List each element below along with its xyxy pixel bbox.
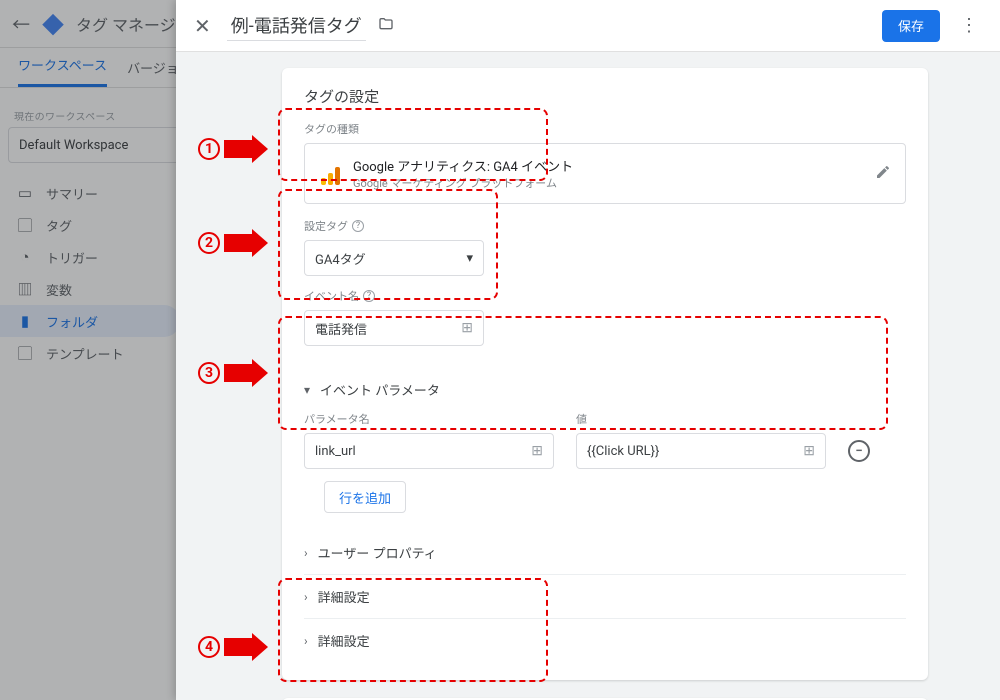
help-icon[interactable]: ? [352, 220, 364, 232]
chevron-right-icon: › [304, 590, 308, 604]
more-menu-icon[interactable]: ⋮ [952, 15, 986, 36]
event-params-label: イベント パラメータ [320, 380, 440, 399]
param-value-input[interactable]: {{Click URL}} ⊞ [576, 433, 826, 469]
user-properties-expander[interactable]: › ユーザー プロパティ [304, 531, 906, 574]
tag-editor-panel: ✕ 例-電話発信タグ 保存 ⋮ タグの設定 タグの種類 Google アナリティ… [176, 0, 1000, 700]
tag-config-card: タグの設定 タグの種類 Google アナリティクス: GA4 イベント Goo… [282, 68, 928, 680]
config-tag-value: GA4タグ [315, 249, 366, 268]
tag-type-row[interactable]: Google アナリティクス: GA4 イベント Google マーケティング … [304, 143, 906, 204]
tag-type-name: Google アナリティクス: GA4 イベント [353, 156, 573, 175]
add-row-button[interactable]: 行を追加 [324, 481, 406, 513]
tag-name-input[interactable]: 例-電話発信タグ [227, 10, 366, 41]
user-properties-label: ユーザー プロパティ [318, 543, 437, 562]
close-icon[interactable]: ✕ [190, 14, 215, 38]
advanced-settings-label-2: 詳細設定 [318, 631, 370, 650]
param-value-value: {{Click URL}} [587, 444, 659, 459]
param-name-input[interactable]: link_url ⊞ [304, 433, 554, 469]
advanced-settings-expander-2[interactable]: › 詳細設定 [304, 619, 906, 662]
tag-type-subtitle: Google マーケティング プラットフォーム [353, 175, 573, 191]
tag-type-label: タグの種類 [304, 121, 906, 137]
param-value-label: 値 [576, 411, 826, 427]
param-name-label: パラメータ名 [304, 411, 554, 427]
advanced-settings-label: 詳細設定 [318, 587, 370, 606]
chevron-right-icon: › [304, 634, 308, 648]
chevron-right-icon: › [304, 546, 308, 560]
editor-body: タグの設定 タグの種類 Google アナリティクス: GA4 イベント Goo… [176, 52, 1000, 700]
event-params-expander[interactable]: ▾ イベント パラメータ [304, 368, 906, 411]
event-name-label: イベント名? [304, 288, 906, 304]
tag-config-title: タグの設定 [304, 86, 906, 107]
help-icon[interactable]: ? [363, 290, 375, 302]
folder-icon[interactable] [378, 16, 394, 36]
param-name-value: link_url [315, 444, 356, 459]
variable-insert-icon[interactable]: ⊞ [803, 443, 815, 459]
config-tag-dropdown[interactable]: GA4タグ ▾ [304, 240, 484, 276]
save-button[interactable]: 保存 [882, 10, 940, 42]
event-name-input[interactable]: 電話発信 ⊞ [304, 310, 484, 346]
variable-insert-icon[interactable]: ⊞ [531, 443, 543, 459]
chevron-down-icon: ▾ [466, 251, 473, 266]
event-name-value: 電話発信 [315, 319, 367, 338]
chevron-down-icon: ▾ [304, 383, 310, 397]
variable-insert-icon[interactable]: ⊞ [461, 320, 473, 336]
param-row: パラメータ名 link_url ⊞ 値 {{Click URL}} ⊞ − [304, 411, 906, 469]
advanced-settings-expander[interactable]: › 詳細設定 [304, 575, 906, 618]
remove-row-icon[interactable]: − [848, 440, 870, 462]
edit-tag-type-icon[interactable] [875, 164, 891, 184]
config-tag-label: 設定タグ? [304, 218, 906, 234]
editor-header: ✕ 例-電話発信タグ 保存 ⋮ [176, 0, 1000, 52]
ga4-icon [319, 163, 341, 185]
